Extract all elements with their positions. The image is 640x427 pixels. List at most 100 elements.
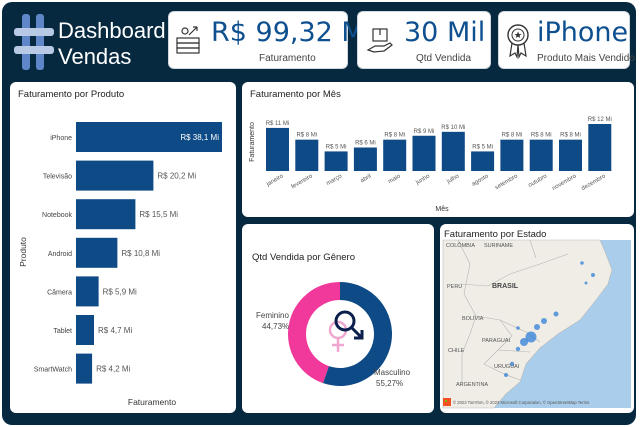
month-category-label: abril [360, 174, 373, 185]
month-data-label: R$ 12 Mi [588, 117, 612, 123]
dashboard-frame: Dashboard Vendas R$ 99,32 Mi Faturamento… [2, 2, 636, 425]
product-category-label: Televisão [43, 174, 72, 181]
product-category-label: SmartWatch [34, 367, 72, 374]
month-bar [441, 131, 465, 171]
month-bar-chart: R$ 11 Mi janeiro R$ 8 Mi fevereiro R$ 5 Mi ma… [249, 117, 612, 213]
product-bar [76, 353, 93, 384]
map-label-colombia: COLÔMBIA [446, 242, 475, 249]
month-bar [412, 135, 436, 171]
month-bar [500, 139, 524, 171]
gender-chart-panel: Qtd Vendida por Gênero Feminino 44,73% M… [242, 224, 434, 413]
kpi-produto-card[interactable]: iPhone Produto Mais Vendido [498, 11, 635, 69]
kpi-faturamento-value: R$ 99,32 Mi [211, 17, 373, 48]
month-data-label: R$ 8 Mi [560, 133, 581, 139]
month-bar [353, 147, 377, 171]
product-data-label: R$ 20,2 Mi [157, 172, 196, 181]
product-bar-chart: iPhone R$ 38,1 Mi Televisão R$ 20,2 Mi Noteb… [18, 122, 222, 407]
gender-female-pct: 44,73% [262, 322, 289, 331]
kpi-qtd-label: Qtd Vendida [416, 53, 472, 64]
month-category-label: dezembro [581, 173, 608, 192]
kpi-qtd-card[interactable]: 30 Mil Qtd Vendida [357, 11, 491, 69]
month-category-label: junho [414, 173, 431, 186]
month-data-label: R$ 9 Mi [414, 129, 435, 135]
gender-male-pct: 55,27% [376, 379, 403, 388]
product-bar [76, 276, 99, 307]
month-chart-panel: Faturamento por Mês R$ 11 Mi janeiro R$ 8 … [242, 82, 634, 217]
month-bar [324, 151, 348, 171]
kpi-faturamento-label: Faturamento [259, 53, 316, 64]
month-bar [529, 139, 553, 171]
gender-symbol-icon [328, 310, 364, 352]
product-data-label: R$ 4,7 Mi [98, 326, 132, 335]
kpi-produto-value: iPhone [537, 17, 629, 48]
month-category-label: janeiro [265, 173, 285, 188]
map-panel[interactable]: Faturamento por Estado COLÔMBIA SURINAME… [440, 224, 634, 413]
title-line1: Dashboard [58, 18, 166, 43]
month-category-label: outubro [528, 173, 549, 189]
product-category-label: Android [48, 251, 72, 258]
gender-male-label: Masculino [374, 368, 411, 377]
product-bar [76, 160, 154, 191]
month-data-label: R$ 10 Mi [441, 125, 465, 131]
product-data-label: R$ 4,2 Mi [96, 365, 130, 374]
map-view[interactable]: COLÔMBIA SURINAME PERU BRASIL BOLÍVIA PA… [440, 224, 634, 413]
dashboard-logo-icon [14, 14, 54, 70]
product-bar [76, 315, 95, 345]
product-chart-xlabel: Faturamento [128, 397, 176, 407]
money-stack-icon [176, 26, 200, 54]
kpi-qtd-value: 30 Mil [404, 17, 486, 48]
box-hand-icon [366, 28, 393, 53]
product-bar [76, 237, 118, 268]
month-bar [471, 151, 495, 171]
month-category-label: maio [387, 173, 402, 185]
month-category-label: março [326, 173, 344, 187]
product-chart-panel: Faturamento por Produto iPhone R$ 38,1 Mi… [10, 82, 236, 413]
month-chart-xlabel: Mês [435, 206, 449, 213]
month-chart-ylabel: Faturamento [249, 122, 256, 162]
month-data-label: R$ 6 Mi [355, 141, 376, 147]
product-data-label: R$ 5,9 Mi [103, 287, 137, 296]
month-data-label: R$ 8 Mi [384, 133, 405, 139]
month-category-label: fevereiro [291, 173, 315, 190]
product-category-label: Câmera [47, 289, 72, 296]
month-bar [266, 127, 289, 171]
month-category-label: agosto [471, 173, 490, 188]
product-data-label: R$ 38,1 Mi [180, 133, 219, 142]
product-category-label: iPhone [50, 135, 72, 142]
gender-donut-chart: Feminino 44,73% Masculino 55,27% [256, 282, 411, 388]
map-label-suriname: SURINAME [484, 243, 513, 249]
month-bar [588, 124, 612, 171]
map-label-uruguai: URUGUAI [494, 364, 520, 370]
product-category-label: Notebook [42, 212, 72, 219]
month-category-label: julho [445, 173, 460, 185]
month-bar [383, 139, 407, 171]
month-bar [559, 139, 582, 171]
month-data-label: R$ 11 Mi [266, 121, 290, 127]
map-label-bolivia: BOLÍVIA [462, 315, 484, 322]
map-label-argentina: ARGENTINA [456, 382, 488, 388]
product-chart-ylabel: Produto [18, 237, 28, 267]
award-badge-icon [507, 24, 529, 60]
month-category-label: setembro [494, 173, 519, 191]
map-label-brasil: BRASIL [492, 283, 519, 290]
title-line2: Vendas [58, 44, 132, 69]
kpi-produto-label: Produto Mais Vendido [537, 53, 635, 64]
map-attribution[interactable]: © 2023 TomTom, © 2023 Microsoft Corporat… [453, 400, 589, 405]
month-bar [295, 139, 319, 171]
month-category-label: novembro [551, 173, 578, 192]
product-data-label: R$ 10,8 Mi [121, 249, 160, 258]
month-data-label: R$ 8 Mi [502, 133, 523, 139]
gender-female-label: Feminino [256, 311, 289, 320]
map-label-chile: CHILE [448, 348, 465, 354]
map-label-peru: PERU [447, 284, 462, 290]
product-data-label: R$ 15,5 Mi [139, 210, 178, 219]
product-category-label: Tablet [53, 328, 72, 335]
month-data-label: R$ 5 Mi [472, 144, 493, 150]
month-data-label: R$ 5 Mi [326, 144, 347, 150]
map-label-paraguai: PARAGUAI [482, 338, 510, 344]
month-data-label: R$ 8 Mi [531, 133, 552, 139]
product-bar [76, 199, 136, 230]
month-data-label: R$ 8 Mi [296, 133, 317, 139]
dashboard-title: Dashboard Vendas [58, 18, 166, 70]
kpi-faturamento-card[interactable]: R$ 99,32 Mi Faturamento [168, 11, 372, 69]
